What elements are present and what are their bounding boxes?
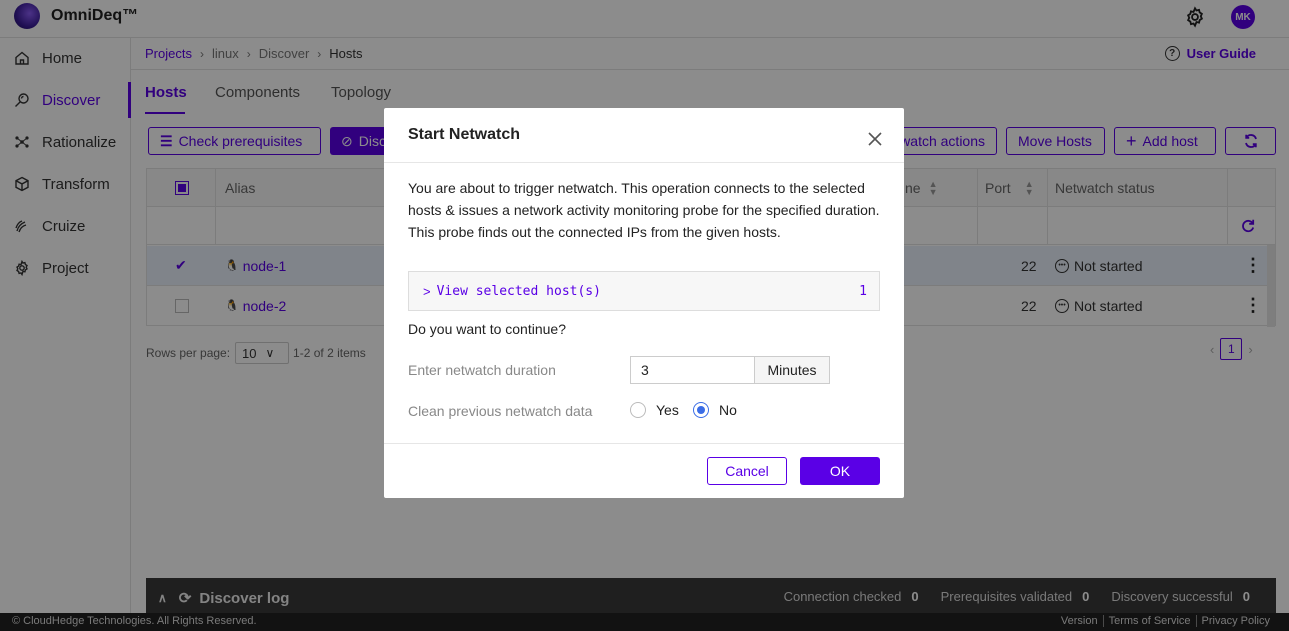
duration-label: Enter netwatch duration bbox=[408, 362, 556, 378]
selected-hosts-count: 1 bbox=[859, 283, 867, 299]
ok-button[interactable]: OK bbox=[800, 457, 880, 485]
clean-yes-radio[interactable]: Yes bbox=[630, 402, 679, 418]
dialog-title: Start Netwatch bbox=[408, 126, 521, 143]
radio-label-yes: Yes bbox=[656, 402, 679, 418]
radio-button[interactable] bbox=[630, 402, 646, 418]
close-icon[interactable] bbox=[867, 131, 883, 147]
duration-input[interactable]: 3 bbox=[630, 356, 755, 384]
clean-no-radio[interactable]: No bbox=[693, 402, 737, 418]
duration-unit: Minutes bbox=[754, 356, 830, 384]
dialog-description: You are about to trigger netwatch. This … bbox=[408, 180, 880, 240]
view-selected-hosts-label: View selected host(s) bbox=[436, 283, 601, 299]
chevron-right-icon: > bbox=[423, 283, 431, 299]
radio-button-selected[interactable] bbox=[693, 402, 709, 418]
dialog-divider bbox=[384, 162, 904, 163]
radio-label-no: No bbox=[719, 402, 737, 418]
continue-question: Do you want to continue? bbox=[408, 321, 566, 337]
dialog-divider bbox=[384, 443, 904, 444]
view-selected-hosts-accordion[interactable]: > View selected host(s) 1 bbox=[408, 271, 880, 311]
clean-data-label: Clean previous netwatch data bbox=[408, 403, 593, 419]
start-netwatch-dialog: Start Netwatch You are about to trigger … bbox=[384, 108, 904, 498]
cancel-button[interactable]: Cancel bbox=[707, 457, 787, 485]
